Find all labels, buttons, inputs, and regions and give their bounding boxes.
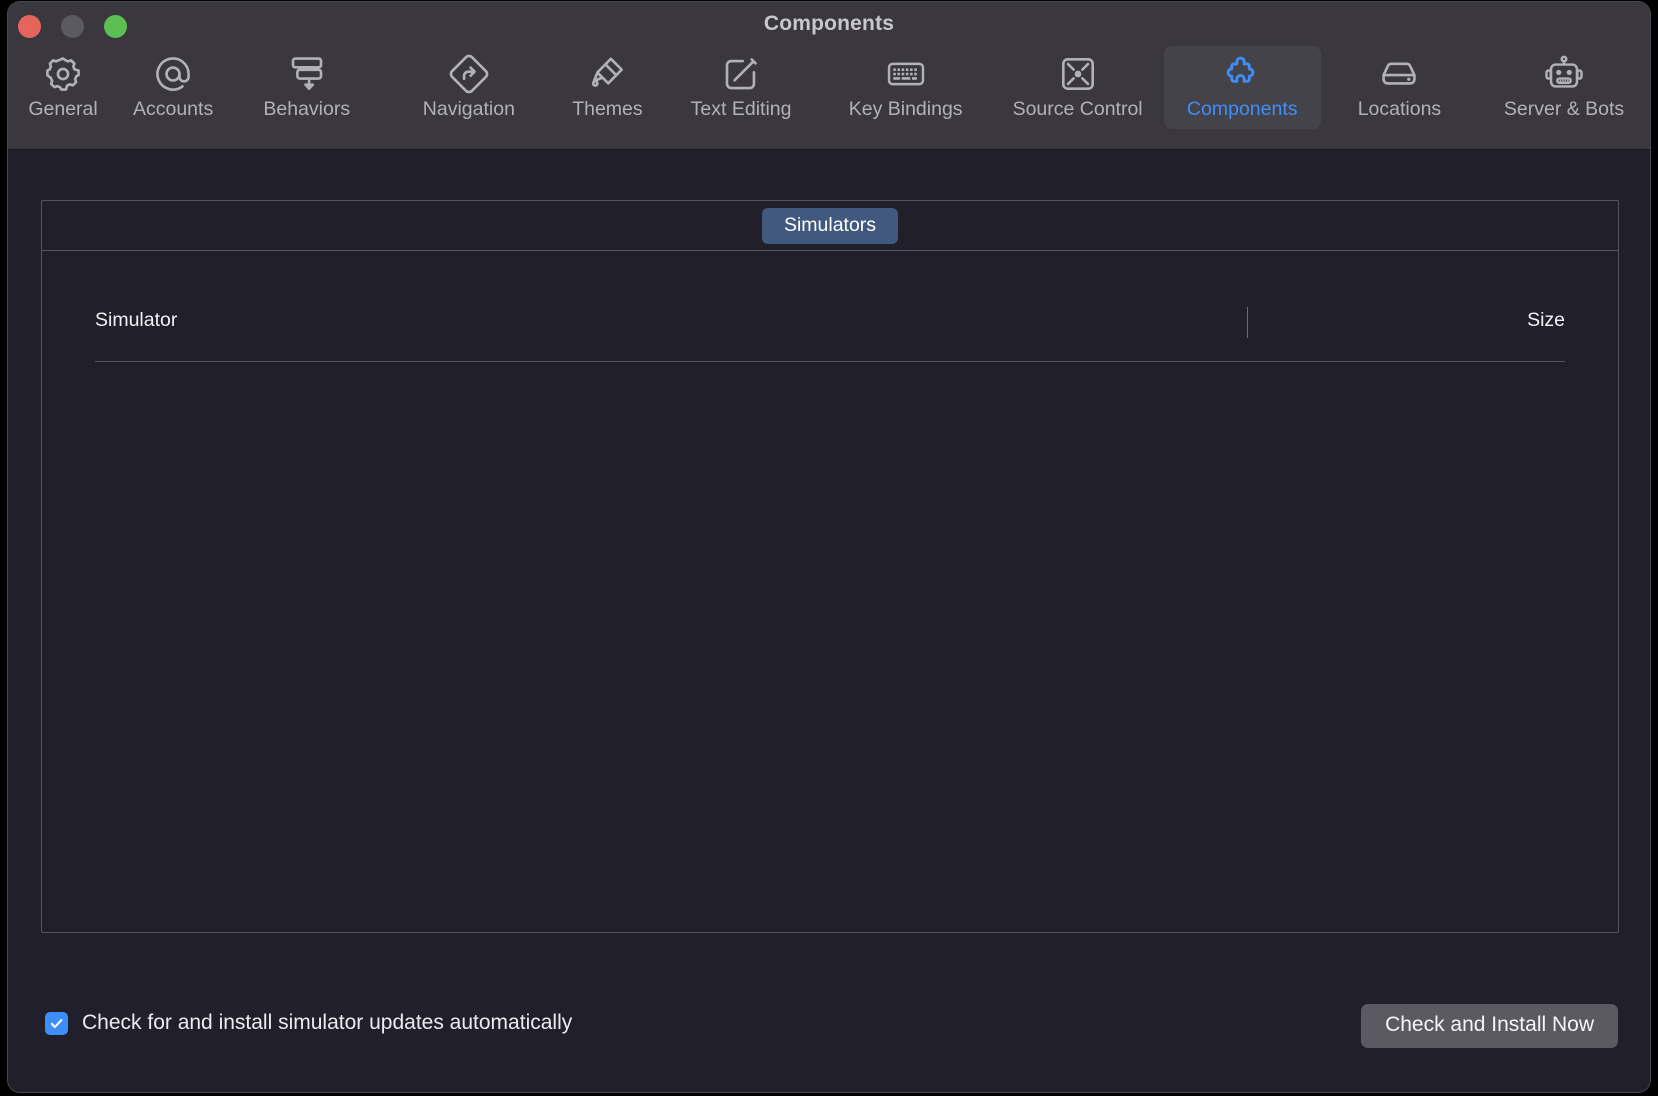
toolbar-item-accounts[interactable]: Accounts bbox=[118, 46, 228, 129]
preferences-window: Components General Accounts Behaviors Na… bbox=[8, 2, 1650, 1092]
toolbar-item-label: General bbox=[28, 98, 98, 120]
toolbar-item-label: Text Editing bbox=[690, 98, 792, 120]
preferences-toolbar: General Accounts Behaviors Navigation Th… bbox=[8, 46, 1650, 129]
toolbar-item-components[interactable]: Components bbox=[1163, 46, 1321, 129]
toolbar-item-label: Accounts bbox=[132, 98, 214, 120]
keyboard-icon bbox=[885, 52, 927, 96]
toolbar-item-server-and-bots[interactable]: Server & Bots bbox=[1478, 46, 1650, 129]
toolbar-item-label: Behaviors bbox=[263, 98, 351, 120]
toolbar-item-source-control[interactable]: Source Control bbox=[992, 46, 1164, 129]
column-resize-handle[interactable] bbox=[1247, 307, 1248, 338]
toolbar-item-locations[interactable]: Locations bbox=[1321, 46, 1478, 129]
behaviors-stack-icon bbox=[286, 52, 328, 96]
tab-simulators[interactable]: Simulators bbox=[761, 207, 899, 244]
check-and-install-now-button[interactable]: Check and Install Now bbox=[1361, 1004, 1618, 1048]
toolbar-item-label: Key Bindings bbox=[848, 98, 963, 120]
panel-footer: Check for and install simulator updates … bbox=[8, 983, 1650, 1092]
auto-update-checkbox[interactable] bbox=[45, 1011, 68, 1035]
toolbar-item-label: Locations bbox=[1357, 98, 1442, 120]
toolbar-item-label: Navigation bbox=[422, 98, 515, 120]
puzzle-piece-icon bbox=[1220, 52, 1264, 96]
table-header-separator bbox=[95, 361, 1565, 362]
toolbar-item-key-bindings[interactable]: Key Bindings bbox=[820, 46, 992, 129]
window-title: Components bbox=[763, 12, 895, 35]
at-sign-icon bbox=[152, 52, 194, 96]
pencil-square-icon bbox=[720, 52, 762, 96]
column-header-simulator[interactable]: Simulator bbox=[95, 309, 177, 332]
toolbar-item-label: Components bbox=[1186, 98, 1298, 120]
source-control-node-icon bbox=[1057, 52, 1099, 96]
segmented-control: Simulators bbox=[42, 201, 1618, 251]
toolbar-item-label: Server & Bots bbox=[1503, 98, 1625, 120]
column-header-size[interactable]: Size bbox=[1527, 309, 1565, 332]
paintbrush-icon bbox=[586, 52, 628, 96]
toolbar-item-navigation[interactable]: Navigation bbox=[385, 46, 552, 129]
toolbar-item-text-editing[interactable]: Text Editing bbox=[662, 46, 819, 129]
toolbar-item-behaviors[interactable]: Behaviors bbox=[228, 46, 385, 129]
simulators-table[interactable]: Simulator Size bbox=[42, 251, 1618, 933]
toolbar-item-themes[interactable]: Themes bbox=[552, 46, 662, 129]
gear-icon bbox=[42, 52, 84, 96]
window-titlebar: Components General Accounts Behaviors Na… bbox=[8, 2, 1650, 150]
auto-update-checkbox-label: Check for and install simulator updates … bbox=[82, 1011, 573, 1034]
toolbar-item-label: Themes bbox=[572, 98, 643, 120]
hard-drive-icon bbox=[1378, 52, 1420, 96]
table-header-row: Simulator Size bbox=[95, 307, 1565, 351]
navigation-diamond-arrow-icon bbox=[448, 52, 490, 96]
toolbar-item-label: Source Control bbox=[1012, 98, 1143, 120]
robot-icon bbox=[1543, 52, 1585, 96]
toolbar-item-general[interactable]: General bbox=[8, 46, 118, 129]
preferences-content: Simulators Simulator Size Check for and bbox=[8, 150, 1650, 1092]
components-panel: Simulators Simulator Size bbox=[41, 200, 1619, 933]
auto-update-checkbox-row[interactable]: Check for and install simulator updates … bbox=[45, 1011, 572, 1035]
